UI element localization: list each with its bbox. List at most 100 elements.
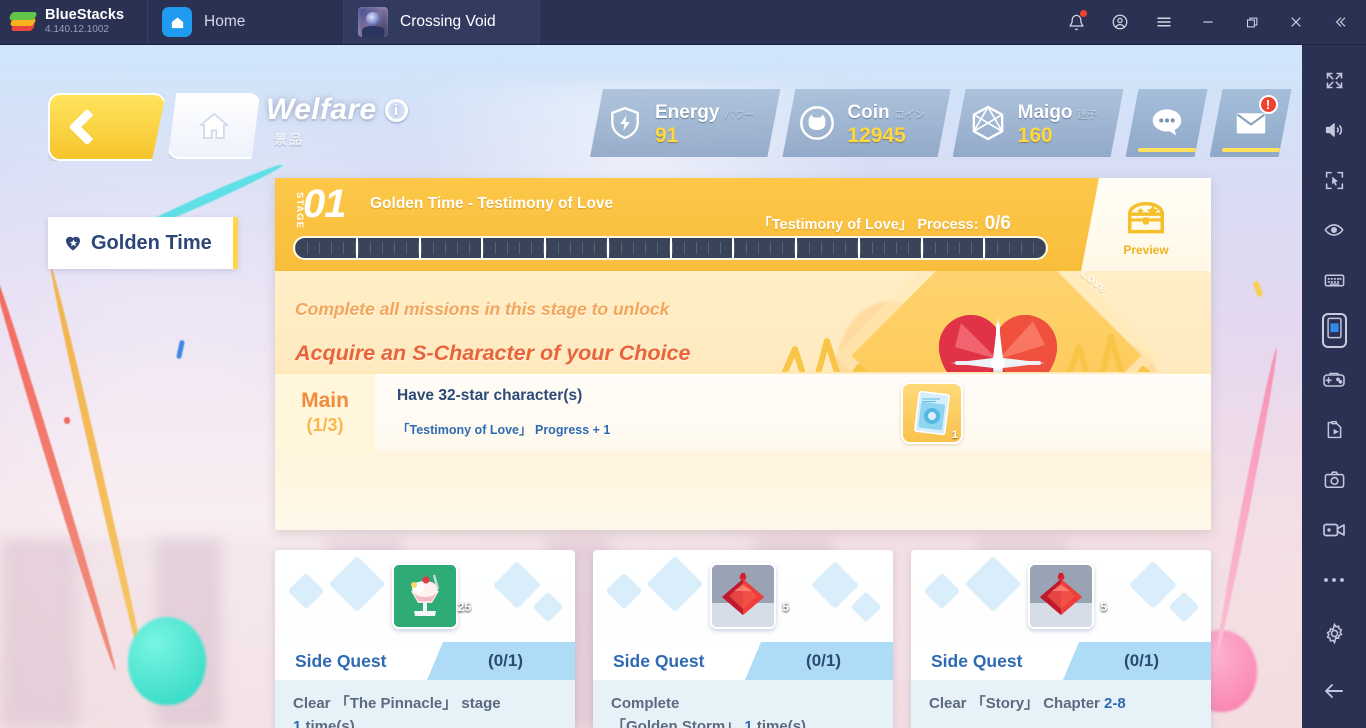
side-quest-desc-prefix: Clear 「Story」 Chapter	[929, 695, 1100, 712]
video-record-icon[interactable]	[1309, 505, 1359, 555]
stage-process: 「Testimony of Love」 Process: 0/6	[757, 213, 1011, 235]
collapse-icon[interactable]	[1320, 0, 1360, 44]
side-quest-card[interactable]: 25 Side Quest (0/1) Clear 「The Pinnacle」…	[275, 550, 575, 728]
keyboard-icon[interactable]	[1309, 255, 1359, 305]
side-quest-desc-suffix: time(s)	[305, 717, 355, 728]
treasure-chest-icon	[1127, 201, 1165, 234]
bluestacks-sidebar	[1302, 45, 1366, 728]
eye-icon[interactable]	[1309, 205, 1359, 255]
side-quest-icon-area: 25	[275, 550, 575, 642]
currency-energy-label: Energy	[655, 101, 720, 123]
side-quest-desc-prefix: Complete	[611, 695, 680, 712]
preview-label: Preview	[1123, 243, 1169, 257]
main-mission-req-prefix: Have	[397, 387, 439, 404]
decor-rhombus	[646, 555, 704, 613]
decor-rhombus	[328, 555, 386, 613]
tab-crossing-void[interactable]: Crossing Void	[344, 0, 540, 44]
volume-icon[interactable]	[1309, 105, 1359, 155]
tab-home[interactable]: Home	[148, 0, 344, 44]
back-button[interactable]	[48, 93, 166, 161]
progress-segment	[922, 238, 986, 258]
chat-button[interactable]	[1126, 89, 1208, 157]
mail-button[interactable]: !	[1210, 89, 1292, 157]
bluestacks-brand: BlueStacks 4.140.12.1002	[0, 0, 148, 44]
side-quest-description: Clear 「The Pinnacle」 stage 1 time(s)	[275, 680, 575, 728]
progress-segment	[734, 238, 797, 258]
red-gem-item-icon	[1028, 563, 1094, 629]
main-mission-count: (1/3)	[306, 415, 344, 435]
screenshot-camera-icon[interactable]	[1309, 455, 1359, 505]
decor-rhombus	[605, 572, 643, 610]
currency-coin-label: Coin	[847, 101, 890, 123]
main-mission-row[interactable]: Main (1/3) Have 32-star character(s) 「Te…	[275, 372, 1211, 451]
close-icon[interactable]	[1276, 0, 1316, 44]
coin-cat-icon	[796, 102, 838, 144]
side-quest-icon-qty: 25	[457, 600, 471, 614]
decor-rhombus	[287, 572, 325, 610]
energy-shield-icon	[604, 102, 646, 144]
side-quest-desc-number: 1	[293, 717, 302, 728]
brand-name: BlueStacks	[45, 7, 125, 23]
main-mission-req-number: 3	[438, 387, 447, 404]
main-mission-req-suffix: 2-star character(s)	[447, 387, 583, 404]
decor-rhombus	[492, 560, 542, 610]
currency-coin-value: 12945	[847, 123, 906, 147]
more-options-icon[interactable]	[1309, 555, 1359, 605]
side-quest-description: Clear 「Story」 Chapter 2-8	[911, 680, 1211, 728]
minimize-icon[interactable]	[1188, 0, 1228, 44]
side-quest-icon-qty: 5	[1100, 600, 1107, 614]
window-controls	[1056, 0, 1366, 44]
side-quest-card[interactable]: 5 Side Quest (0/1) Clear 「Story」 Chapter…	[911, 550, 1211, 728]
currency-maigo[interactable]: Maigo 迷子 160	[953, 89, 1124, 157]
bluestacks-logo-icon	[8, 11, 38, 33]
stage-word: STAGE	[294, 192, 305, 230]
side-quest-desc-prefix: Clear 「The Pinnacle」 stage	[293, 695, 501, 712]
decor-balloon-teal	[128, 617, 206, 705]
sidebar-item-golden-time[interactable]: Golden Time	[48, 217, 238, 269]
parfait-item-icon	[392, 563, 458, 629]
side-quest-icon-area: 5	[593, 550, 893, 642]
side-quest-icon-qty: 5	[782, 600, 789, 614]
decor-rhombus	[964, 555, 1022, 613]
restore-icon[interactable]	[1232, 0, 1272, 44]
side-quest-card[interactable]: 5 Side Quest (0/1) Complete 「Golden Stor…	[593, 550, 893, 728]
currency-energy[interactable]: Energy パワー 91	[590, 89, 780, 157]
stage-header: STAGE 01 Golden Time - Testimony of Love…	[275, 178, 1211, 271]
currency-energy-sub: パワー	[724, 109, 755, 121]
fullscreen-icon[interactable]	[1309, 55, 1359, 105]
decor-rhombus	[850, 591, 882, 623]
side-quest-header: Side Quest (0/1)	[275, 642, 575, 680]
side-quest-description: Complete 「Golden Storm」 1 time(s)	[593, 680, 893, 728]
home-button[interactable]	[168, 93, 260, 159]
side-quest-count: (0/1)	[806, 651, 841, 670]
mail-alert-badge: !	[1259, 95, 1278, 114]
phone-portrait-icon[interactable]	[1309, 305, 1359, 355]
side-quest-desc-number: 1	[744, 717, 753, 728]
main-mission-reward[interactable]: 1	[901, 381, 963, 444]
currency-coin-sub: コイン	[894, 109, 925, 121]
back-arrow-icon[interactable]	[1309, 666, 1359, 716]
progress-segment	[420, 238, 484, 258]
account-icon[interactable]	[1100, 0, 1140, 44]
gamepad-icon[interactable]	[1309, 355, 1359, 405]
cursor-target-icon[interactable]	[1309, 155, 1359, 205]
heart-icon	[66, 236, 80, 251]
side-quest-count: (0/1)	[1124, 651, 1159, 670]
currency-energy-value: 91	[655, 123, 679, 147]
currency-coin-name: Coin コイン	[847, 103, 924, 122]
main-mission-reward-qty: 1	[951, 428, 958, 441]
progress-segment	[797, 238, 860, 258]
decor-confetti-yellow	[1252, 280, 1264, 298]
menu-icon[interactable]	[1144, 0, 1184, 44]
main-mission-requirement: Have 32-star character(s)	[397, 387, 901, 405]
info-icon[interactable]: i	[384, 98, 408, 122]
progress-segment	[546, 238, 609, 258]
notifications-icon[interactable]	[1056, 0, 1096, 44]
decor-rhombus	[1128, 560, 1178, 610]
settings-gear-icon[interactable]	[1309, 608, 1359, 658]
game-viewport[interactable]: Welfare i 景品 Energy パワー 91 Coin コイン 1294…	[0, 45, 1302, 728]
side-quest-desc-suffix: 「Golden Storm」	[611, 717, 741, 728]
currency-coin[interactable]: Coin コイン 12945	[782, 89, 950, 157]
preview-button[interactable]: Preview	[1081, 178, 1211, 271]
script-play-icon[interactable]	[1309, 405, 1359, 455]
